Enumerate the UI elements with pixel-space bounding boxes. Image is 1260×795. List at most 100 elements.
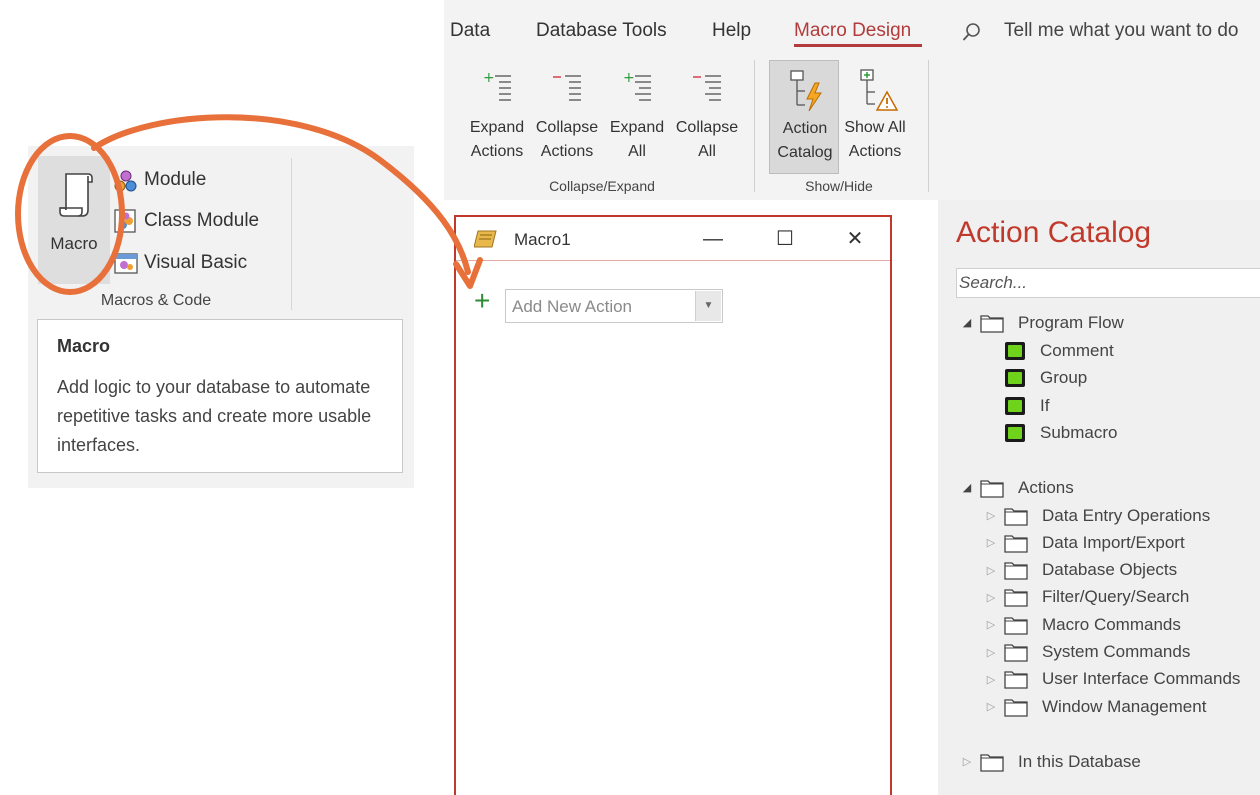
folder-icon: [1004, 535, 1028, 553]
macro-scroll-icon: [474, 230, 497, 248]
action-catalog-icon: [790, 70, 822, 112]
tab-data[interactable]: Data: [450, 20, 490, 42]
tree-folder-action-category[interactable]: ▷ Macro Commands: [984, 611, 1181, 638]
expand-actions-button[interactable]: + Expand Actions: [462, 60, 532, 174]
collapsed-triangle-icon[interactable]: ▷: [984, 509, 998, 522]
flow-item-icon: [1005, 341, 1025, 360]
collapsed-triangle-icon[interactable]: ▷: [984, 618, 998, 631]
chevron-down-icon[interactable]: ▼: [695, 291, 721, 321]
tree-item-label: Submacro: [1040, 423, 1118, 442]
expand-actions-icon: +: [483, 70, 511, 101]
macro-tooltip: Macro Add logic to your database to auto…: [37, 319, 403, 473]
expanded-triangle-icon[interactable]: ◢: [960, 481, 974, 494]
action-catalog-button[interactable]: Action Catalog: [769, 60, 839, 174]
collapse-all-button[interactable]: Collapse All: [672, 60, 742, 174]
collapse-all-label-1: Collapse: [675, 119, 739, 136]
expand-all-button[interactable]: + Expand All: [602, 60, 672, 174]
show-all-actions-label-1: Show All: [844, 119, 906, 136]
tree-item-label: Program Flow: [1018, 312, 1124, 332]
tree-folder-action-category[interactable]: ▷ System Commands: [984, 639, 1190, 666]
group-divider: [754, 60, 755, 192]
class-module-button[interactable]: Class Module: [112, 205, 259, 237]
class-module-label: Class Module: [144, 210, 260, 231]
collapse-actions-label-2: Actions: [540, 143, 594, 160]
group-divider: [291, 158, 292, 310]
macro-window-title: Macro1: [514, 230, 571, 249]
catalog-search-input[interactable]: Search...: [956, 268, 1260, 298]
expand-all-icon: +: [623, 70, 651, 101]
tree-item-flow[interactable]: Group: [1004, 365, 1087, 392]
add-new-action-combobox[interactable]: Add New Action ▼: [505, 289, 723, 323]
tab-help[interactable]: Help: [712, 20, 751, 42]
folder-icon: [980, 314, 1004, 333]
tree-folder-action-category[interactable]: ▷ Data Entry Operations: [984, 502, 1210, 529]
visual-basic-label: Visual Basic: [144, 252, 248, 273]
collapsed-triangle-icon[interactable]: ▷: [984, 646, 998, 659]
tree-item-flow[interactable]: If: [1004, 392, 1049, 419]
tooltip-title: Macro: [57, 336, 111, 356]
tree-folder-actions[interactable]: ◢ Actions: [960, 474, 1074, 501]
tree-item-label: User Interface Commands: [1042, 669, 1241, 689]
module-label: Module: [144, 169, 207, 190]
visual-basic-icon: [114, 253, 138, 274]
tell-me-search[interactable]: Tell me what you want to do: [1004, 20, 1238, 42]
collapse-actions-button[interactable]: Collapse Actions: [532, 60, 602, 174]
tree-folder-program-flow[interactable]: ◢ Program Flow: [960, 309, 1124, 336]
tree-item-label: Database Objects: [1042, 560, 1178, 580]
tree-folder-action-category[interactable]: ▷ Window Management: [984, 693, 1206, 720]
folder-icon: [1004, 589, 1028, 608]
macros-code-group-label: Macros & Code: [100, 292, 212, 309]
tree-folder-action-category[interactable]: ▷ Filter/Query/Search: [984, 584, 1189, 611]
collapsed-triangle-icon[interactable]: ▷: [960, 755, 974, 768]
tree-folder-action-category[interactable]: ▷ Data Import/Export: [984, 529, 1185, 556]
active-tab-indicator: [794, 44, 922, 47]
tree-item-label: If: [1040, 395, 1050, 415]
tree-item-flow[interactable]: Comment: [1004, 337, 1114, 364]
tree-item-label: Group: [1040, 368, 1088, 387]
tree-item-label: Macro Commands: [1042, 614, 1181, 634]
folder-icon: [980, 479, 1004, 498]
action-catalog-pane: Action Catalog Search... ◢ Program Flow Co…: [938, 200, 1260, 795]
tree-item-label: Data Entry Operations: [1042, 505, 1211, 525]
tree-item-flow[interactable]: Submacro: [1004, 420, 1117, 447]
tab-database-tools[interactable]: Database Tools: [536, 20, 667, 42]
collapse-actions-label-1: Collapse: [535, 119, 599, 136]
minimize-button[interactable]: —: [696, 225, 730, 253]
tree-folder-action-category[interactable]: ▷ User Interface Commands: [984, 666, 1240, 693]
show-all-actions-button[interactable]: Show All Actions: [840, 60, 910, 174]
folder-icon: [1004, 507, 1028, 526]
tree-folder-action-category[interactable]: ▷ Database Objects: [984, 557, 1177, 584]
expanded-triangle-icon[interactable]: ◢: [960, 316, 974, 329]
svg-text:+: +: [623, 70, 635, 86]
macro-window-titlebar[interactable]: Macro1 — ☐ ✕: [456, 217, 890, 261]
folder-icon: [980, 753, 1004, 772]
expand-actions-label-2: Actions: [470, 143, 524, 160]
collapsed-triangle-icon[interactable]: ▷: [984, 536, 998, 549]
search-icon: [962, 23, 980, 41]
collapse-all-icon: [693, 75, 721, 101]
module-button[interactable]: Module: [112, 164, 206, 196]
macro-button[interactable]: Macro: [38, 156, 110, 284]
tab-macro-design[interactable]: Macro Design: [794, 20, 911, 42]
show-all-actions-label-2: Actions: [848, 143, 902, 160]
action-catalog-label-1: Action: [782, 120, 828, 137]
catalog-title: Action Catalog: [956, 216, 1152, 249]
folder-icon: [1004, 644, 1028, 662]
flow-item-icon: [1005, 396, 1025, 415]
macro-window: Macro1 — ☐ ✕ + Add New Action ▼: [454, 215, 892, 795]
flow-item-icon: [1005, 369, 1025, 387]
expand-all-label-2: All: [628, 143, 646, 160]
tree-item-label: Data Import/Export: [1042, 532, 1185, 552]
collapsed-triangle-icon[interactable]: ▷: [984, 591, 998, 604]
tree-folder-in-this-database[interactable]: ▷ In this Database: [960, 748, 1141, 775]
collapse-all-label-2: All: [698, 143, 716, 160]
maximize-button[interactable]: ☐: [768, 225, 802, 253]
collapsed-triangle-icon[interactable]: ▷: [984, 673, 998, 686]
collapsed-triangle-icon[interactable]: ▷: [984, 700, 998, 713]
visual-basic-button[interactable]: Visual Basic: [112, 247, 247, 279]
expand-actions-label-1: Expand: [469, 119, 525, 136]
close-button[interactable]: ✕: [838, 225, 872, 253]
plus-icon[interactable]: +: [474, 287, 490, 315]
tooltip-description: Add logic to your database to automate r…: [57, 377, 372, 455]
collapsed-triangle-icon[interactable]: ▷: [984, 564, 998, 577]
